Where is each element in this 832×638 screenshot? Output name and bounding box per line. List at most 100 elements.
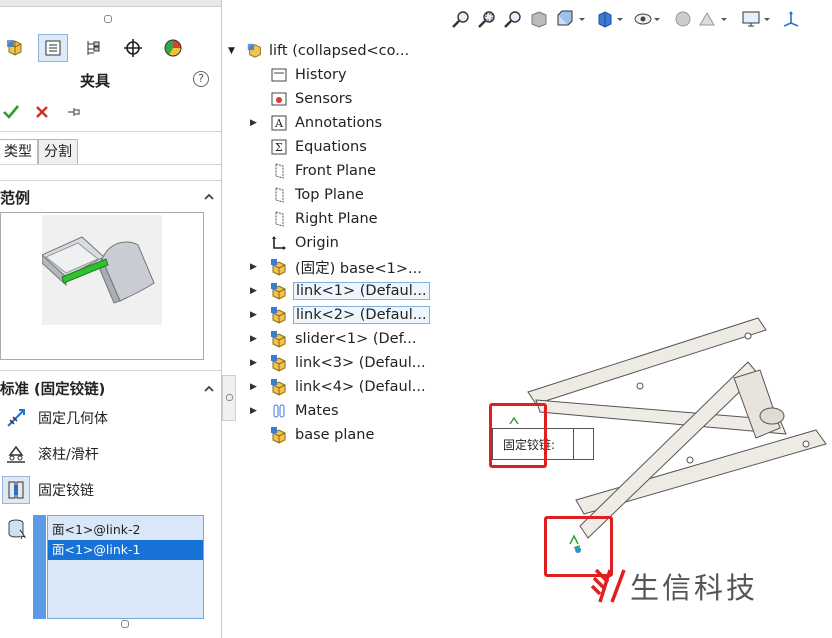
pin-hole <box>802 440 810 448</box>
tree-item-label: Sensors <box>295 91 353 107</box>
chevron-down-icon[interactable] <box>653 9 661 29</box>
tree-item-label: base plane <box>295 427 375 443</box>
tree-item[interactable]: Origin <box>250 232 341 254</box>
expand-arrow-icon[interactable]: ▶ <box>250 406 260 416</box>
configuration-icon <box>87 41 100 55</box>
part-icon <box>270 258 288 276</box>
tree-item-label: Mates <box>295 403 339 419</box>
tree-item[interactable]: ▶ link<2> (Defaul... <box>250 304 430 326</box>
chevron-down-icon[interactable] <box>578 9 586 29</box>
roller-slider-icon <box>2 440 30 468</box>
tree-root[interactable]: ▼ lift (collapsed<co... <box>228 40 409 62</box>
list-item[interactable]: 面<1>@link-2 <box>48 520 203 540</box>
fixture-type-fixed-hinge[interactable]: 固定铰链 <box>2 475 94 505</box>
part-icon <box>270 426 288 444</box>
expand-arrow-icon[interactable]: ▶ <box>250 286 260 296</box>
display-manager-tab[interactable] <box>158 34 188 62</box>
feature-manager-tab[interactable] <box>0 34 30 62</box>
part-icon <box>270 282 288 300</box>
divider <box>0 164 221 165</box>
appearance-pie-icon <box>164 39 182 57</box>
part-icon <box>270 354 288 372</box>
panel-resize-handle[interactable] <box>121 620 129 628</box>
expand-arrow-icon[interactable]: ▶ <box>250 358 260 368</box>
property-manager: 夹具 ? 类型 分割 范例 标准 (固定铰链) 固定几何体 滚柱/滑杆 固定铰链… <box>0 0 222 638</box>
chevron-down-icon[interactable] <box>763 9 771 29</box>
fixture-type-roller-slider[interactable]: 滚柱/滑杆 <box>2 439 99 469</box>
watermark-logo-icon <box>590 568 626 603</box>
crosshair-icon <box>124 39 142 57</box>
cancel-button[interactable] <box>34 104 50 120</box>
tree-item[interactable]: ▶ Mates <box>250 400 341 422</box>
tree-item-label: History <box>295 67 347 83</box>
tab-split[interactable]: 分割 <box>38 139 78 165</box>
tree-root-label: lift (collapsed<co... <box>269 43 410 59</box>
watermark: 生信科技 <box>590 566 810 606</box>
hinge-sample-image <box>41 215 162 325</box>
fixture-type-fixed-geometry[interactable]: 固定几何体 <box>2 403 108 433</box>
triad-icon[interactable] <box>781 9 801 29</box>
pin-hole <box>686 456 694 464</box>
tab-type[interactable]: 类型 <box>0 139 38 165</box>
pushpin-icon <box>68 108 80 116</box>
ok-button[interactable] <box>2 103 20 121</box>
tree-item-label: Right Plane <box>295 211 378 227</box>
zoom-to-fit-icon[interactable] <box>451 9 471 29</box>
chevron-down-icon[interactable] <box>720 9 728 29</box>
help-icon[interactable]: ? <box>193 71 209 87</box>
expand-arrow-icon[interactable]: ▶ <box>250 382 260 392</box>
pin-button[interactable] <box>66 104 82 120</box>
annotations-icon: A <box>270 114 288 132</box>
tree-item[interactable]: Sensors <box>250 88 354 110</box>
selection-active-bar <box>33 515 46 619</box>
tree-item[interactable]: base plane <box>250 424 376 446</box>
tree-item[interactable]: Σ Equations <box>250 136 369 158</box>
list-item[interactable]: 面<1>@link-1 <box>48 540 203 560</box>
tree-item-label: slider<1> (Def... <box>295 331 417 347</box>
configuration-manager-tab[interactable] <box>78 34 108 62</box>
watermark-text: 生信科技 <box>630 571 759 605</box>
list-properties-icon <box>45 40 61 56</box>
apply-scene-icon[interactable] <box>697 9 717 29</box>
zoom-area-icon[interactable] <box>477 9 497 29</box>
checkmark-icon <box>3 105 20 119</box>
divider <box>0 180 221 181</box>
chevron-up-icon[interactable] <box>204 192 214 202</box>
section-view-icon[interactable] <box>529 9 549 29</box>
tree-item[interactable]: ▶ link<1> (Defaul... <box>250 280 430 302</box>
previous-view-icon[interactable] <box>503 9 523 29</box>
divider <box>0 370 221 371</box>
edit-appearance-icon[interactable] <box>673 9 693 29</box>
tree-item[interactable]: ▶ A Annotations <box>250 112 384 134</box>
assembly-icon <box>7 40 22 56</box>
selection-list[interactable]: 面<1>@link-2 面<1>@link-1 <box>47 515 204 619</box>
annotation-highlight <box>489 403 547 468</box>
chevron-down-icon[interactable] <box>616 9 624 29</box>
expand-arrow-icon[interactable]: ▶ <box>250 334 260 344</box>
panel-splitter-handle[interactable] <box>104 15 112 23</box>
tree-item[interactable]: ▶ slider<1> (Def... <box>250 328 418 350</box>
property-manager-tab[interactable] <box>38 34 68 62</box>
display-style-icon[interactable] <box>595 9 615 29</box>
tree-item[interactable]: ▶ (固定) base<1>... <box>250 256 424 278</box>
expand-arrow-icon[interactable]: ▶ <box>250 118 260 128</box>
slider-cylinder <box>759 407 785 425</box>
expanded-arrow-icon[interactable]: ▼ <box>228 46 240 56</box>
view-settings-icon[interactable] <box>741 9 761 29</box>
dimxpert-tab[interactable] <box>118 34 148 62</box>
sample-section-title: 范例 <box>0 189 31 207</box>
plane-icon <box>270 186 288 204</box>
hide-show-items-icon[interactable] <box>633 9 653 29</box>
tree-item[interactable]: ▶ link<4> (Defaul... <box>250 376 428 398</box>
tree-item[interactable]: Top Plane <box>250 184 366 206</box>
tree-item[interactable]: Front Plane <box>250 160 378 182</box>
panel-collapse-handle[interactable] <box>222 375 236 421</box>
tree-item[interactable]: History <box>250 64 349 86</box>
tree-item-label: link<3> (Defaul... <box>295 355 426 371</box>
tree-item[interactable]: Right Plane <box>250 208 380 230</box>
view-orientation-icon[interactable] <box>555 9 575 29</box>
expand-arrow-icon[interactable]: ▶ <box>250 262 260 272</box>
expand-arrow-icon[interactable]: ▶ <box>250 310 260 320</box>
chevron-up-icon[interactable] <box>204 384 214 394</box>
tree-item[interactable]: ▶ link<3> (Defaul... <box>250 352 428 374</box>
